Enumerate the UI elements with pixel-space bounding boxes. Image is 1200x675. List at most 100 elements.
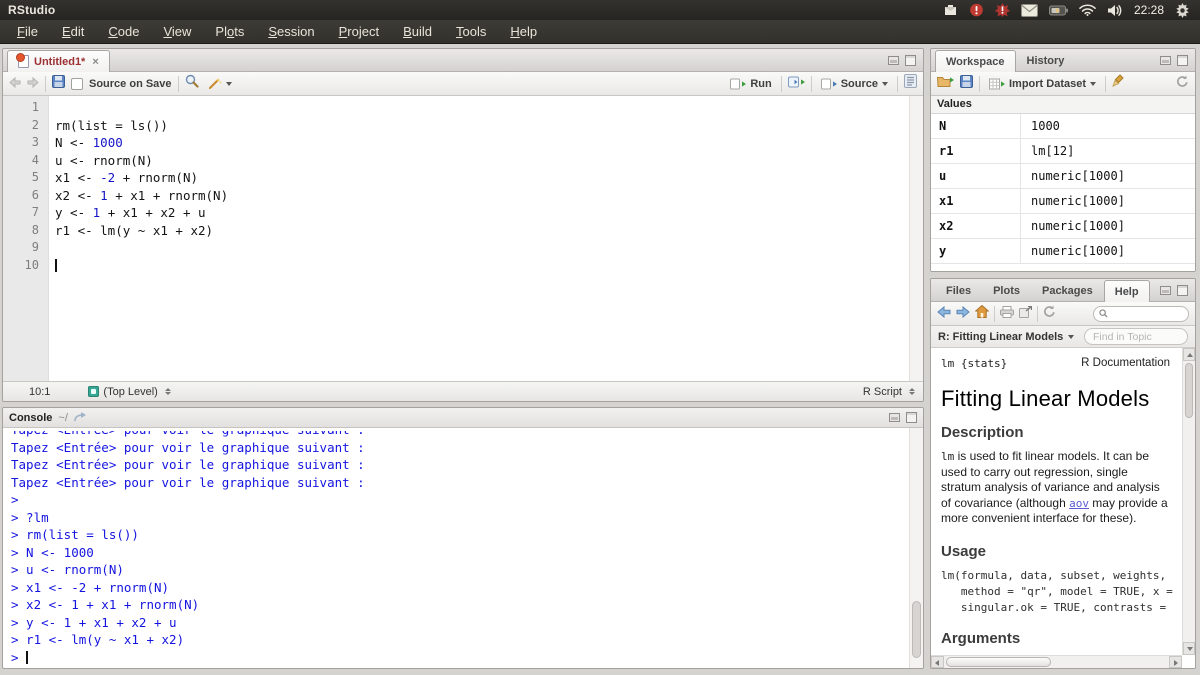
open-in-window-icon[interactable]: [1019, 305, 1032, 323]
tab-plots[interactable]: Plots: [982, 280, 1031, 301]
run-button[interactable]: Run: [727, 76, 774, 92]
goto-directory-icon[interactable]: [74, 409, 87, 427]
code-tools-menu[interactable]: [205, 75, 235, 92]
refresh-icon[interactable]: [1176, 75, 1189, 93]
session-gear-icon[interactable]: [1175, 3, 1190, 18]
editor-line: 10: [3, 257, 909, 275]
help-tabbar: FilesPlotsPackagesHelp: [931, 279, 1195, 302]
clear-workspace-icon[interactable]: [1112, 74, 1125, 93]
rerun-icon[interactable]: [788, 75, 805, 93]
editor-vscrollbar[interactable]: [909, 96, 923, 381]
maximize-pane-icon[interactable]: [905, 55, 916, 66]
source-on-save-checkbox[interactable]: [71, 78, 83, 90]
value-row[interactable]: x1numeric[1000]: [931, 189, 1195, 214]
save-icon[interactable]: [52, 75, 65, 93]
back-icon[interactable]: [9, 75, 21, 93]
tab-untitled1[interactable]: Untitled1* ×: [7, 50, 110, 72]
load-workspace-icon[interactable]: [937, 75, 954, 93]
tab-files[interactable]: Files: [935, 280, 982, 301]
value-row[interactable]: ynumeric[1000]: [931, 239, 1195, 264]
tab-history[interactable]: History: [1016, 50, 1076, 71]
code-editor[interactable]: 12rm(list = ls())3N <- 10004u <- rnorm(N…: [3, 96, 923, 381]
clock[interactable]: 22:28: [1134, 3, 1164, 17]
console-vscrollbar[interactable]: [909, 428, 923, 668]
menu-edit[interactable]: Edit: [51, 21, 95, 42]
menu-plots[interactable]: Plots: [204, 21, 255, 42]
cursor-position: 10:1: [29, 386, 50, 398]
help-search-input[interactable]: [1111, 308, 1181, 319]
help-forward-icon[interactable]: [956, 305, 970, 323]
source-button[interactable]: Source: [818, 76, 891, 92]
indicator-applet-icon[interactable]: [943, 3, 958, 17]
tab-packages[interactable]: Packages: [1031, 280, 1104, 301]
update-alert-icon[interactable]: [969, 3, 984, 17]
scroll-up-icon[interactable]: [1183, 348, 1195, 361]
menu-code[interactable]: Code: [97, 21, 150, 42]
scroll-thumb[interactable]: [912, 601, 921, 659]
forward-icon[interactable]: [27, 75, 39, 93]
minimize-pane-icon[interactable]: [1160, 286, 1171, 295]
import-dataset-button[interactable]: Import Dataset: [986, 76, 1099, 92]
menu-help[interactable]: Help: [499, 21, 548, 42]
value-row[interactable]: r1lm[12]: [931, 139, 1195, 164]
editor-line: 3N <- 1000: [3, 134, 909, 152]
help-refresh-icon[interactable]: [1043, 305, 1056, 323]
mail-icon[interactable]: [1021, 4, 1038, 17]
menu-view[interactable]: View: [152, 21, 202, 42]
scroll-left-icon[interactable]: [931, 656, 944, 668]
topic-selector[interactable]: R: Fitting Linear Models: [938, 331, 1063, 343]
menu-bar: FileEditCodeViewPlotsSessionProjectBuild…: [0, 20, 1200, 44]
maximize-pane-icon[interactable]: [1177, 285, 1188, 296]
value-row[interactable]: x2numeric[1000]: [931, 214, 1195, 239]
usage-heading: Usage: [941, 543, 1170, 560]
find-in-topic-box[interactable]: [1084, 328, 1188, 345]
minimize-pane-icon[interactable]: [889, 413, 900, 422]
help-document: lm {stats} R Documentation Fitting Linea…: [931, 348, 1195, 668]
variable-name: u: [931, 164, 1021, 188]
battery-icon[interactable]: [1049, 5, 1068, 16]
console-line: > rm(list = ls()): [11, 526, 909, 544]
print-icon[interactable]: [1000, 305, 1014, 323]
scroll-thumb[interactable]: [1185, 363, 1193, 418]
console-prompt[interactable]: >: [11, 649, 909, 667]
help-vscrollbar[interactable]: [1182, 348, 1195, 655]
wifi-icon[interactable]: [1079, 4, 1096, 16]
file-type-selector[interactable]: R Script: [863, 386, 915, 398]
value-row[interactable]: unumeric[1000]: [931, 164, 1195, 189]
volume-icon[interactable]: [1107, 4, 1123, 17]
source-pane: Untitled1* × Source on Save Run Sou: [2, 48, 924, 402]
console-line: Tapez <Entrée> pour voir le graphique su…: [11, 431, 909, 439]
find-in-topic-input[interactable]: [1093, 331, 1181, 343]
find-icon[interactable]: [185, 74, 199, 93]
menu-build[interactable]: Build: [392, 21, 443, 42]
scope-selector[interactable]: (Top Level): [88, 386, 170, 398]
value-row[interactable]: N1000: [931, 114, 1195, 139]
package-error-icon[interactable]: [995, 3, 1010, 17]
scroll-thumb[interactable]: [946, 657, 1051, 667]
help-search-box[interactable]: [1093, 306, 1189, 322]
console-body[interactable]: Tapez <Entrée> pour voir le graphique su…: [3, 428, 923, 668]
minimize-pane-icon[interactable]: [888, 56, 899, 65]
help-toolbar: [931, 302, 1195, 326]
menu-session[interactable]: Session: [257, 21, 325, 42]
scroll-down-icon[interactable]: [1183, 642, 1195, 655]
console-line: > ?lm: [11, 509, 909, 527]
tab-workspace[interactable]: Workspace: [935, 50, 1016, 72]
aov-link[interactable]: aov: [1069, 497, 1089, 510]
menu-file[interactable]: File: [6, 21, 49, 42]
chevron-down-icon: [226, 82, 232, 86]
minimize-pane-icon[interactable]: [1160, 56, 1171, 65]
help-back-icon[interactable]: [937, 305, 951, 323]
home-icon[interactable]: [975, 305, 989, 323]
help-hscrollbar[interactable]: [931, 655, 1182, 668]
menu-project[interactable]: Project: [328, 21, 390, 42]
tab-help[interactable]: Help: [1104, 280, 1150, 302]
menu-tools[interactable]: Tools: [445, 21, 497, 42]
r-script-file-icon: [18, 55, 29, 68]
compile-notebook-icon[interactable]: [904, 74, 917, 93]
maximize-pane-icon[interactable]: [906, 412, 917, 423]
close-tab-icon[interactable]: ×: [92, 56, 98, 68]
save-workspace-icon[interactable]: [960, 75, 973, 93]
scroll-right-icon[interactable]: [1169, 656, 1182, 668]
maximize-pane-icon[interactable]: [1177, 55, 1188, 66]
